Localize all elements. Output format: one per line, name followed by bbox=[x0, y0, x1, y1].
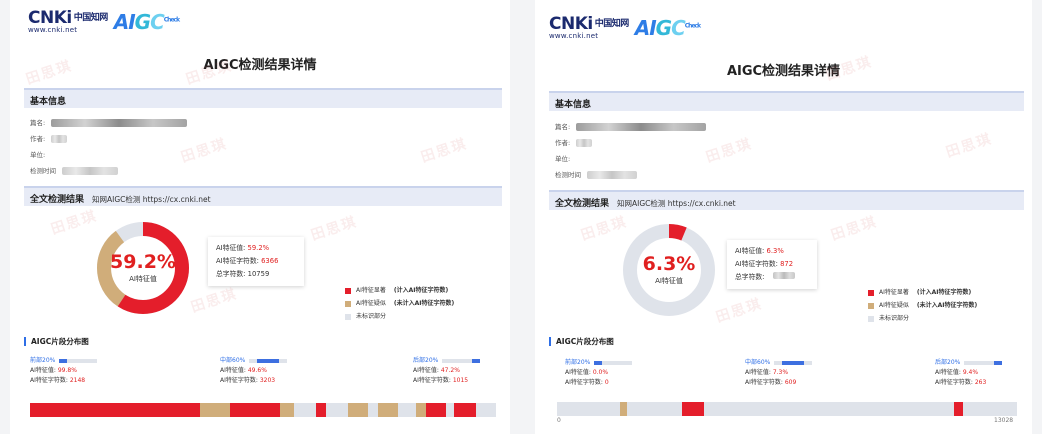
basic-info: 篇名: 作者: 单位: 检测时间 bbox=[30, 115, 188, 179]
segment-front: 前部20% AI特征值: 99.8% AI特征字符数: 2148 bbox=[30, 356, 98, 386]
redacted-title bbox=[576, 123, 707, 131]
stat-ai-chars: 872 bbox=[780, 260, 794, 268]
report-right: CNKi 中国知网 www.cnki.net AIGCCheck AIGC检测结果详… bbox=[535, 0, 1032, 434]
segment-back: 后部20% AI特征值: 47.2% AI特征字符数: 1015 bbox=[413, 356, 481, 386]
fragment-distribution-bar bbox=[557, 402, 1017, 416]
ai-donut-chart: 59.2% AI特征值 bbox=[95, 220, 191, 316]
full-result-header: 全文检测结果 知网AIGC检测 https://cx.cnki.net bbox=[24, 186, 502, 206]
cnki-logo: CNKi 中国知网 www.cnki.net bbox=[549, 14, 629, 41]
stat-total-chars: 10759 bbox=[247, 270, 270, 278]
stats-card: AI特征值: 6.3% AI特征字符数: 872 总字符数: bbox=[727, 240, 817, 289]
ai-percentage-label: AI特征值 bbox=[655, 277, 683, 285]
segment-middle: 中部60% AI特征值: 7.3% AI特征字符数: 609 bbox=[745, 358, 813, 388]
redacted-author bbox=[576, 139, 593, 147]
ai-donut-chart: 6.3% AI特征值 bbox=[621, 222, 717, 318]
aigc-logo: AIGCCheck bbox=[634, 16, 701, 40]
stat-ai-value: 59.2% bbox=[247, 244, 270, 252]
basic-info-header: 基本信息 bbox=[549, 91, 1024, 111]
watermark: 田思琪 bbox=[309, 213, 360, 244]
redacted-time bbox=[587, 171, 637, 179]
ai-percentage: 59.2% bbox=[110, 251, 176, 273]
watermark: 田思琪 bbox=[189, 285, 240, 316]
brand-logo: CNKi 中国知网 www.cnki.net AIGCCheck bbox=[28, 8, 180, 35]
redacted-total-chars bbox=[772, 272, 795, 279]
full-result-header: 全文检测结果 知网AIGC检测 https://cx.cnki.net bbox=[549, 190, 1024, 210]
basic-info-header: 基本信息 bbox=[24, 88, 502, 108]
report-left: CNKi 中国知网 www.cnki.net AIGCCheck AIGC检测结果详… bbox=[10, 0, 510, 434]
stat-ai-chars: 6366 bbox=[261, 257, 279, 265]
watermark: 田思琪 bbox=[944, 130, 995, 161]
segment-front: 前部20% AI特征值: 0.0% AI特征字符数: 0 bbox=[565, 358, 633, 388]
watermark: 田思琪 bbox=[419, 135, 470, 166]
stat-ai-value: 6.3% bbox=[766, 247, 784, 255]
watermark: 田思琪 bbox=[49, 207, 100, 238]
page-title: AIGC检测结果详情 bbox=[726, 64, 841, 79]
aigc-logo: AIGCCheck bbox=[113, 10, 180, 34]
watermark: 田思琪 bbox=[829, 213, 880, 244]
watermark: 田思琪 bbox=[714, 295, 765, 326]
brand-logo: CNKi 中国知网 www.cnki.net AIGCCheck bbox=[549, 14, 701, 41]
redacted-title bbox=[51, 119, 188, 127]
page-title: AIGC检测结果详情 bbox=[203, 58, 317, 73]
axis-start-label: 0 bbox=[557, 417, 561, 424]
redacted-time bbox=[62, 167, 118, 175]
legend: AI特征显著 (计入AI特征字符数) AI特征疑似 (未计入AI特征字符数) 未标识… bbox=[868, 286, 977, 325]
distribution-title: AIGC片段分布图 bbox=[549, 337, 614, 346]
legend: AI特征显著 (计入AI特征字符数) AI特征疑似 (未计入AI特征字符数) 未标识… bbox=[345, 284, 454, 323]
distribution-title: AIGC片段分布图 bbox=[24, 337, 89, 346]
segment-back: 后部20% AI特征值: 9.4% AI特征字符数: 263 bbox=[935, 358, 1003, 388]
ai-percentage: 6.3% bbox=[642, 253, 696, 275]
segment-middle: 中部60% AI特征值: 49.6% AI特征字符数: 3203 bbox=[220, 356, 288, 386]
watermark: 田思琪 bbox=[704, 135, 755, 166]
redacted-author bbox=[51, 135, 68, 143]
fragment-distribution-bar bbox=[30, 403, 496, 417]
stats-card: AI特征值: 59.2% AI特征字符数: 6366 总字符数: 10759 bbox=[208, 237, 304, 286]
axis-end-label: 13028 bbox=[994, 417, 1014, 424]
cnki-logo: CNKi 中国知网 www.cnki.net bbox=[28, 8, 108, 35]
basic-info: 篇名: 作者: 单位: 检测时间 bbox=[555, 119, 707, 183]
ai-percentage-label: AI特征值 bbox=[129, 275, 157, 283]
